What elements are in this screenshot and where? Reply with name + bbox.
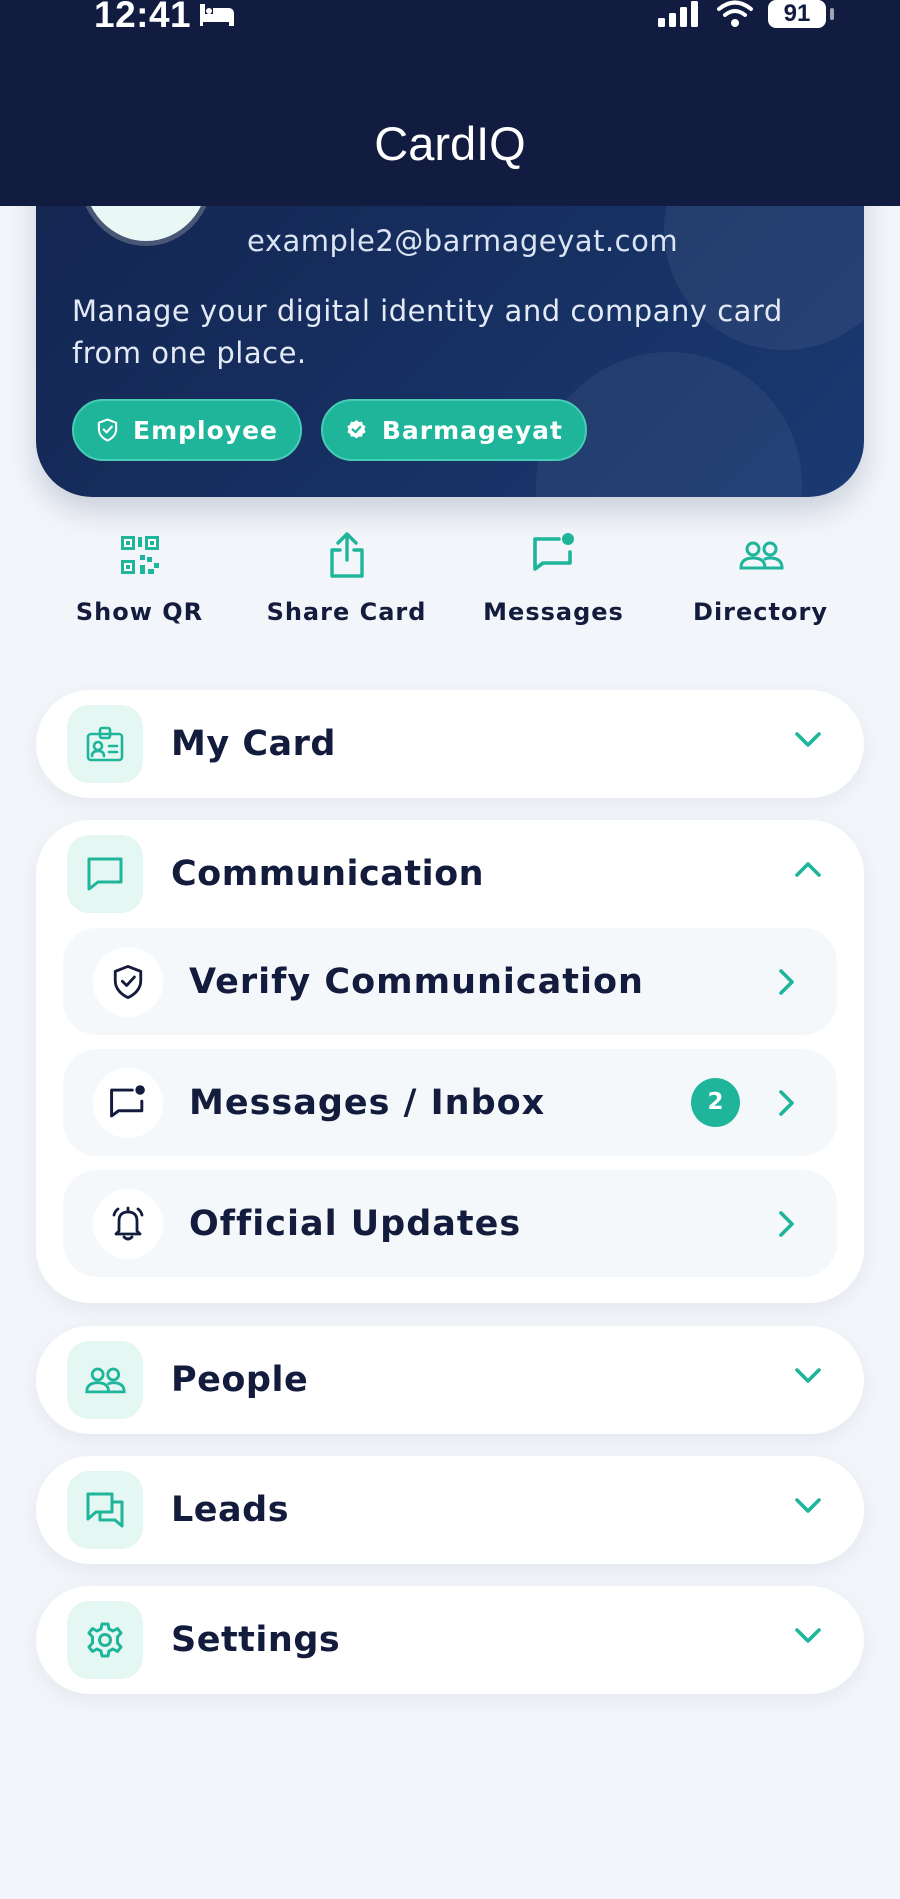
item-label: Official Updates xyxy=(189,1203,522,1244)
messages-button[interactable]: Messages xyxy=(450,530,657,640)
message-icon-tile xyxy=(93,1068,163,1138)
quick-action-label: Directory xyxy=(693,598,828,626)
leads-header[interactable]: Leads xyxy=(36,1456,864,1564)
show-qr-button[interactable]: Show QR xyxy=(36,530,243,640)
chevron-right-icon[interactable] xyxy=(777,968,795,996)
bell-icon-tile xyxy=(93,1189,163,1259)
people-icon xyxy=(85,1367,126,1394)
message-notification-icon xyxy=(110,1085,145,1118)
settings-section: Settings xyxy=(36,1586,864,1694)
status-indicators: 91 xyxy=(658,0,834,28)
people-section: People xyxy=(36,1326,864,1434)
qr-code-icon xyxy=(120,536,159,574)
section-title: Settings xyxy=(171,1620,341,1660)
item-label: Messages / Inbox xyxy=(189,1082,546,1123)
section-title: My Card xyxy=(171,724,336,764)
message-notification-icon xyxy=(532,533,574,571)
share-card-button[interactable]: Share Card xyxy=(243,530,450,640)
messages-inbox-item[interactable]: Messages / Inbox 2 xyxy=(63,1049,837,1156)
badge-label: Barmageyat xyxy=(381,415,563,445)
bell-icon xyxy=(112,1206,144,1241)
section-title: People xyxy=(171,1360,309,1400)
leads-section: Leads xyxy=(36,1456,864,1564)
shield-check-icon xyxy=(97,418,118,442)
people-header[interactable]: People xyxy=(36,1326,864,1434)
profile-email: example2@barmageyat.com xyxy=(247,224,679,258)
app-title: CardIQ xyxy=(374,117,526,170)
chevron-right-icon[interactable] xyxy=(777,1089,795,1117)
quick-action-label: Messages xyxy=(483,598,624,626)
id-card-icon xyxy=(86,726,124,762)
section-title: Communication xyxy=(171,854,485,894)
chevron-down-icon[interactable] xyxy=(794,1496,822,1514)
shield-check-icon-tile xyxy=(93,947,163,1017)
profile-description: Manage your digital identity and company… xyxy=(72,294,783,370)
chevron-up-icon[interactable] xyxy=(794,860,822,878)
item-label: Verify Communication xyxy=(189,961,644,1002)
shield-check-icon xyxy=(113,965,143,999)
people-icon-tile xyxy=(67,1341,143,1419)
quick-action-label: Show QR xyxy=(75,598,204,626)
company-badge: Barmageyat xyxy=(321,399,587,461)
chevron-right-icon[interactable] xyxy=(777,1210,795,1238)
wifi-icon xyxy=(717,0,753,27)
chevron-down-icon[interactable] xyxy=(794,730,822,748)
chat-bubbles-icon xyxy=(86,1492,124,1528)
id-card-icon-tile xyxy=(67,705,143,783)
my-card-header[interactable]: My Card xyxy=(36,690,864,798)
quick-actions: Show QR Share Card Messages Directory xyxy=(36,530,864,640)
gear-icon-tile xyxy=(67,1601,143,1679)
verify-communication-item[interactable]: Verify Communication xyxy=(63,928,837,1035)
badge-label: Employee xyxy=(133,415,278,445)
chevron-down-icon[interactable] xyxy=(794,1626,822,1644)
status-time: 12:41 xyxy=(94,0,192,35)
app-header: 12:41 91 CardIQ xyxy=(0,0,900,206)
communication-section: Communication Verify Communication Messa… xyxy=(36,820,864,1303)
settings-header[interactable]: Settings xyxy=(36,1586,864,1694)
chat-icon xyxy=(87,857,123,891)
directory-button[interactable]: Directory xyxy=(657,530,864,640)
my-card-section: My Card xyxy=(36,690,864,798)
chat-icon-tile xyxy=(67,835,143,913)
quick-action-label: Share Card xyxy=(266,598,427,626)
signal-icon xyxy=(658,1,698,27)
share-icon xyxy=(329,532,364,578)
official-updates-item[interactable]: Official Updates xyxy=(63,1170,837,1277)
sleep-focus-icon xyxy=(200,4,234,26)
verified-icon xyxy=(347,420,366,439)
unread-count-badge: 2 xyxy=(691,1078,740,1127)
employee-badge: Employee xyxy=(72,399,302,461)
section-title: Leads xyxy=(171,1490,290,1530)
chat-bubbles-icon-tile xyxy=(67,1471,143,1549)
gear-icon xyxy=(87,1622,123,1658)
chevron-down-icon[interactable] xyxy=(794,1366,822,1384)
people-icon xyxy=(738,541,784,570)
communication-header[interactable]: Communication xyxy=(36,820,864,928)
battery-indicator: 91 xyxy=(768,0,834,28)
